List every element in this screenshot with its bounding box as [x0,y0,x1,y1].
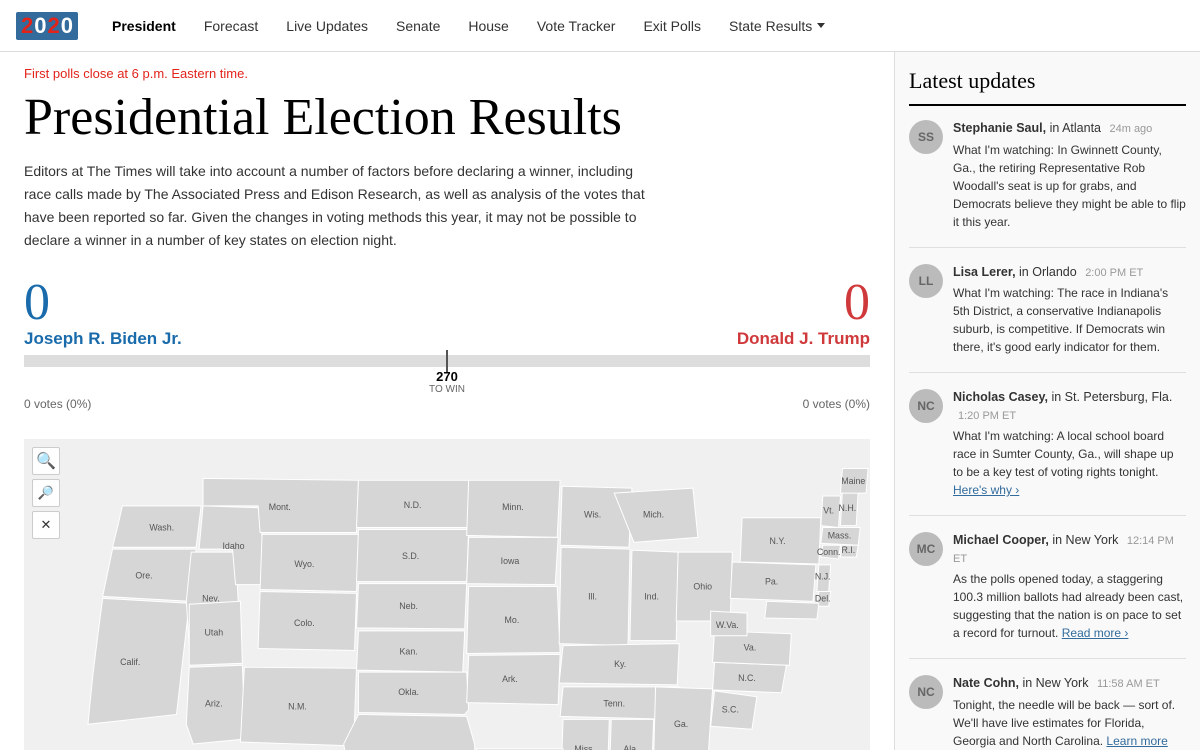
nav-link-forecast[interactable]: Forecast [190,18,272,34]
avatar: MC [909,532,943,566]
reset-zoom-button[interactable]: ✕ [32,511,60,539]
biden-ev-count: 0 [24,277,182,329]
update-author: Nate Cohn, in New York [953,676,1088,690]
update-content: Michael Cooper, in New York 12:14 PM ET … [953,532,1186,642]
update-item: NC Nate Cohn, in New York 11:58 AM ET To… [909,675,1186,750]
electoral-progress-bar: 270 TO WIN 0 votes (0%) 0 votes (0%) [24,355,870,411]
update-author: Michael Cooper, in New York [953,533,1118,547]
avatar: NC [909,389,943,423]
biden-name: Joseph R. Biden Jr. [24,329,182,349]
map-controls: 🔍 🔎 ✕ [32,447,60,539]
nav-link-vote-tracker[interactable]: Vote Tracker [523,18,630,34]
update-author: Stephanie Saul, in Atlanta [953,121,1101,135]
avatar: SS [909,120,943,154]
close-icon: ✕ [41,517,52,533]
update-link[interactable]: Learn more about the needle › [953,734,1168,750]
to-win-label: TO WIN [429,384,465,395]
update-text: What I'm watching: In Gwinnett County, G… [953,141,1186,231]
update-item: LL Lisa Lerer, in Orlando 2:00 PM ET Wha… [909,264,1186,374]
trump-name: Donald J. Trump [737,329,870,349]
update-time: 24m ago [1109,123,1152,135]
update-item: SS Stephanie Saul, in Atlanta 24m ago Wh… [909,120,1186,248]
sidebar-title: Latest updates [909,68,1186,106]
update-content: Stephanie Saul, in Atlanta 24m ago What … [953,120,1186,231]
magnify-minus-icon: 🔎 [38,485,54,501]
update-time: 2:00 PM ET [1085,267,1143,279]
magnify-plus-icon: 🔍 [36,451,56,471]
update-item: MC Michael Cooper, in New York 12:14 PM … [909,532,1186,659]
description-text: Editors at The Times will take into acco… [24,160,664,252]
zoom-out-button[interactable]: 🔎 [32,479,60,507]
update-author: Nicholas Casey, in St. Petersburg, Fla. [953,390,1172,404]
nav-link-president[interactable]: President [98,18,190,34]
page-title: Presidential Election Results [24,89,870,146]
update-content: Lisa Lerer, in Orlando 2:00 PM ET What I… [953,264,1186,357]
nav-logo[interactable]: 2 0 2 0 [16,12,78,40]
update-text: Tonight, the needle will be back — sort … [953,696,1186,750]
update-author: Lisa Lerer, in Orlando [953,265,1077,279]
to-win-number: 270 [429,369,465,384]
trump-ev-count: 0 [737,277,870,329]
zoom-in-button[interactable]: 🔍 [32,447,60,475]
update-item: NC Nicholas Casey, in St. Petersburg, Fl… [909,389,1186,516]
update-content: Nicholas Casey, in St. Petersburg, Fla. … [953,389,1186,499]
us-map-svg: Wash. Ore. Calif. Nev. Idaho Mont. Wyo. [24,439,870,750]
trump-votes-text: 0 votes (0%) [803,397,870,411]
nav-link-exit-polls[interactable]: Exit Polls [629,18,715,34]
logo-0-right: 0 [61,15,73,37]
update-content: Nate Cohn, in New York 11:58 AM ET Tonig… [953,675,1186,750]
nav-link-house[interactable]: House [454,18,522,34]
avatar: LL [909,264,943,298]
update-text: What I'm watching: A local school board … [953,427,1186,499]
update-link[interactable]: Read more › [1062,626,1129,640]
nav-link-senate[interactable]: Senate [382,18,454,34]
nav-link-state-results[interactable]: State Results [715,18,839,34]
update-time: 11:58 AM ET [1097,678,1160,690]
chevron-down-icon [817,23,825,28]
navigation: 2 0 2 0 President Forecast Live Updates … [0,0,1200,52]
logo-2-left: 2 [21,15,33,37]
map-section: 🔍 🔎 ✕ Wash. Ore. Calif. [24,439,870,750]
update-link[interactable]: Here's why › [953,483,1019,497]
update-text: As the polls opened today, a staggering … [953,570,1186,642]
avatar: NC [909,675,943,709]
logo-2-right: 2 [48,15,60,37]
logo-0-left: 0 [34,15,46,37]
sidebar: Latest updates SS Stephanie Saul, in Atl… [895,52,1200,750]
main-content: First polls close at 6 p.m. Eastern time… [0,52,895,750]
nav-link-live-updates[interactable]: Live Updates [272,18,382,34]
update-text: What I'm watching: The race in Indiana's… [953,284,1186,356]
biden-votes-text: 0 votes (0%) [24,397,91,411]
alert-banner: First polls close at 6 p.m. Eastern time… [24,66,870,81]
update-time: 1:20 PM ET [958,410,1016,422]
